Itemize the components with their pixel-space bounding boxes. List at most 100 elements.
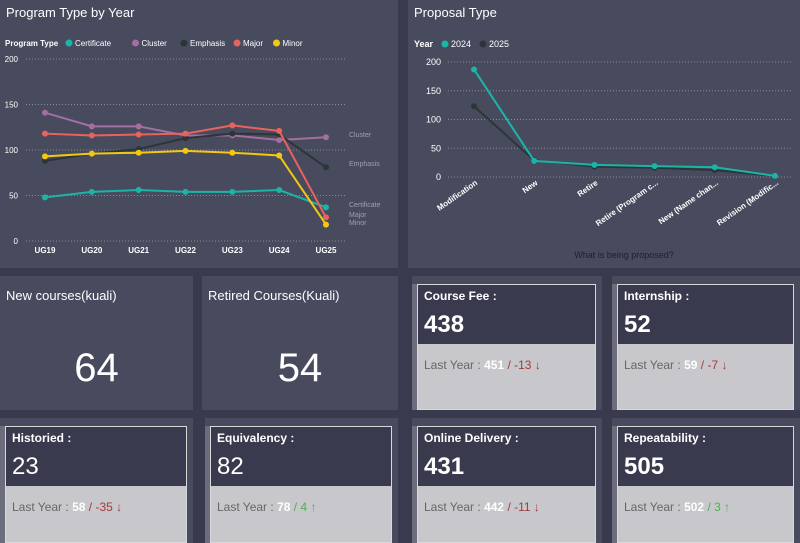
last-year-value: 451	[484, 358, 505, 372]
delta-value: -7	[707, 358, 719, 372]
separator: /	[88, 500, 93, 514]
program-type-panel[interactable]: Program Type by Year Program Type Certifi…	[0, 0, 398, 268]
data-point	[88, 132, 95, 139]
last-year-value: 59	[684, 358, 698, 372]
data-point	[229, 149, 236, 156]
arrow-down-icon: ↓	[534, 358, 541, 372]
arrow-up-icon: ↑	[310, 500, 317, 514]
last-year-label: Last Year :	[217, 500, 274, 514]
proposal-type-panel[interactable]: Proposal Type Year 2024 2025 0 50 100 150 200 Mo…	[408, 0, 800, 268]
legend-marker	[65, 39, 73, 47]
legend-item: Emphasis	[190, 39, 225, 48]
historied-last-year: Last Year : 58 / -35 ↓	[12, 500, 122, 514]
repeatability-value: 505	[624, 453, 665, 480]
delta-value: 3	[714, 500, 721, 514]
data-point	[323, 164, 329, 171]
x-tick-label: UG19	[35, 246, 56, 255]
historied-kpi[interactable]: Historied : 23 Last Year : 58 / -35 ↓	[0, 418, 193, 543]
retired-courses-card[interactable]: Retired Courses(Kuali) 54	[202, 276, 398, 410]
historied-value: 23	[12, 453, 39, 480]
y-tick-label: 200	[426, 57, 441, 67]
legend-item: 2024	[451, 39, 471, 49]
course-fee-kpi[interactable]: Course Fee : 438 Last Year : 451 / -13 ↓	[412, 276, 602, 410]
x-tick-label: UG24	[269, 246, 290, 255]
new-courses-value: 64	[74, 346, 119, 390]
course-fee-label: Course Fee :	[424, 289, 497, 303]
x-tick-label: UG20	[81, 246, 102, 255]
last-year-label: Last Year :	[624, 500, 681, 514]
data-point	[276, 187, 283, 194]
course-fee-last-year: Last Year : 451 / -13 ↓	[424, 358, 541, 372]
equivalency-kpi[interactable]: Equivalency : 82 Last Year : 78 / 4 ↑	[205, 418, 398, 543]
last-year-value: 442	[484, 500, 505, 514]
x-tick-label: New (Name chan...	[657, 178, 720, 226]
repeatability-label: Repeatability :	[624, 431, 707, 445]
program-type-chart[interactable]: Program Type Certificate Cluster Emphasis Ma…	[0, 0, 398, 268]
equivalency-label: Equivalency :	[217, 431, 295, 445]
data-point	[323, 134, 329, 141]
y-tick-label: 200	[5, 55, 19, 64]
data-point	[772, 172, 778, 179]
arrow-up-icon: ↑	[724, 500, 731, 514]
course-fee-value: 438	[424, 311, 465, 338]
last-year-label: Last Year :	[424, 358, 481, 372]
legend-item: Cluster	[142, 39, 168, 48]
repeatability-kpi[interactable]: Repeatability : 505 Last Year : 502 / 3 …	[612, 418, 800, 543]
separator: /	[507, 500, 511, 514]
legend-title: Program Type	[5, 39, 59, 48]
internship-label: Internship :	[624, 289, 690, 303]
new-courses-card[interactable]: New courses(kuali) 64	[0, 276, 193, 410]
data-point	[182, 147, 189, 154]
y-tick-label: 0	[436, 172, 441, 182]
data-point	[88, 150, 95, 157]
last-year-label: Last Year :	[424, 500, 481, 514]
series-end-label: Certificate	[349, 202, 381, 209]
data-point	[42, 109, 48, 116]
kpi-header: Course Fee : 438	[417, 284, 596, 344]
y-tick-label: 150	[5, 101, 19, 110]
series-end-label: Minor	[349, 220, 367, 227]
data-point	[229, 122, 236, 129]
delta-value: 4	[300, 500, 308, 514]
y-tick-label: 0	[14, 237, 19, 246]
x-tick-label: Revision (Modific...	[715, 178, 780, 227]
data-point	[323, 204, 329, 211]
data-point	[323, 214, 329, 221]
retired-courses-value: 54	[277, 346, 323, 390]
internship-kpi[interactable]: Internship : 52 Last Year : 59 / -7 ↓	[612, 276, 800, 410]
historied-label: Historied :	[12, 431, 72, 445]
kpi-footer: Last Year : 442 / -11 ↓	[417, 486, 596, 543]
proposal-type-chart[interactable]: Year 2024 2025 0 50 100 150 200 Modification New R…	[408, 0, 800, 268]
series-line-2024	[473, 68, 776, 177]
x-axis-title: What is being proposed?	[574, 250, 674, 260]
arrow-down-icon: ↓	[116, 500, 123, 514]
data-point	[531, 157, 538, 164]
delta-value: -35	[95, 500, 113, 514]
data-point	[276, 152, 283, 159]
data-point	[323, 221, 329, 228]
delta-value: -13	[514, 358, 532, 372]
repeatability-last-year: Last Year : 502 / 3 ↑	[624, 500, 730, 514]
legend-marker	[132, 39, 139, 47]
separator: /	[507, 358, 511, 372]
data-point	[42, 153, 48, 160]
kpi-footer: Last Year : 451 / -13 ↓	[417, 344, 596, 410]
last-year-value: 502	[684, 500, 705, 514]
legend-item: Certificate	[75, 39, 112, 48]
separator: /	[700, 358, 705, 372]
series-line-minor	[44, 149, 327, 226]
kpi-header: Historied : 23	[5, 426, 187, 486]
kpi-header: Equivalency : 82	[210, 426, 392, 486]
last-year-label: Last Year :	[12, 500, 69, 514]
separator: /	[293, 500, 298, 514]
x-tick-label: Retire (Program c...	[594, 178, 660, 228]
online-delivery-kpi[interactable]: Online Delivery : 431 Last Year : 442 / …	[412, 418, 602, 543]
data-point	[229, 130, 236, 137]
series-end-label: Cluster	[349, 132, 372, 139]
y-tick-label: 100	[426, 115, 441, 125]
data-point	[711, 164, 718, 171]
legend-marker	[441, 40, 449, 48]
data-point	[42, 194, 48, 201]
data-point	[591, 161, 598, 168]
x-tick-label: UG21	[128, 246, 149, 255]
